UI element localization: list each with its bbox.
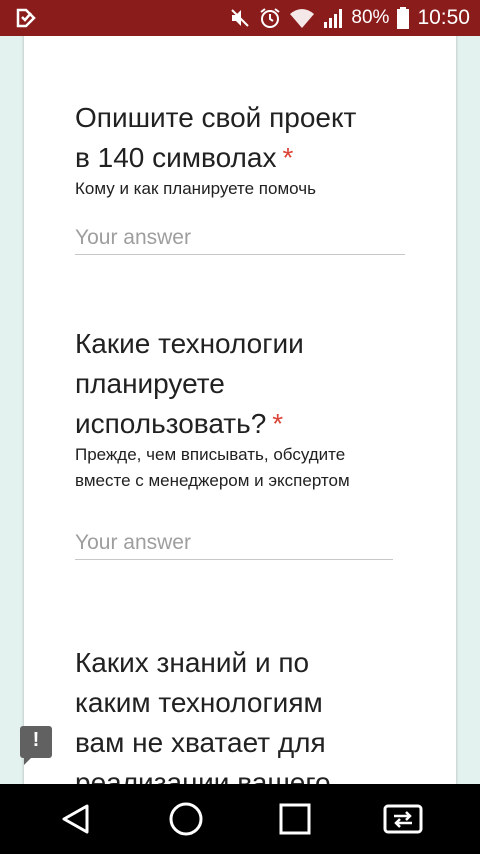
feedback-icon[interactable]: ! [20, 726, 52, 765]
question-3-title-line: каким технологиям [75, 687, 323, 718]
question-2-answer-input[interactable] [75, 528, 393, 558]
back-icon [62, 804, 89, 834]
mute-icon [231, 9, 250, 27]
question-1-answer-input[interactable] [75, 223, 405, 253]
required-asterisk: * [282, 142, 294, 173]
question-2-help-line: вместе с менеджером и экспертом [75, 471, 350, 490]
question-2-help: Прежде, чем вписывать, обсудите вместе с… [75, 442, 350, 494]
status-bar: 80% 10:50 [0, 0, 480, 36]
battery-icon [397, 7, 410, 29]
wifi-icon [290, 9, 315, 28]
screen-mirror-icon [383, 804, 423, 834]
question-3-title: Каких знаний и по каким технологиям вам … [75, 643, 331, 784]
status-time: 10:50 [417, 6, 470, 29]
alarm-icon [260, 8, 281, 28]
question-1-title-line: Опишите свой проект [75, 102, 357, 133]
question-3-title-line: Каких знаний и по [75, 647, 310, 678]
question-1-title: Опишите свой проект в 140 символах * [75, 98, 356, 178]
form-card: Опишите свой проект в 140 символах * Кому… [24, 36, 456, 784]
home-button[interactable] [166, 799, 206, 839]
screen-mirror-button[interactable] [383, 799, 423, 839]
home-icon [169, 802, 203, 836]
required-asterisk: * [272, 408, 284, 439]
question-2-title-line: планируете [75, 368, 225, 399]
question-2-title-line: Какие технологии [75, 328, 304, 359]
navigation-bar [0, 784, 480, 854]
signal-icon [324, 9, 343, 28]
question-2-title-line: использовать? [75, 408, 267, 439]
recents-button[interactable] [275, 799, 315, 839]
recents-icon [279, 803, 311, 835]
question-2-help-line: Прежде, чем вписывать, обсудите [75, 445, 346, 464]
back-button[interactable] [56, 799, 96, 839]
form-content: Опишите свой проект в 140 символах * Кому… [0, 36, 480, 784]
question-3-title-line: вам не хватает для [75, 727, 326, 758]
question-1-title-line: в 140 символах [75, 142, 277, 173]
question-2-title: Какие технологии планируете использовать… [75, 324, 304, 444]
battery-percent: 80% [351, 7, 390, 28]
question-1-help: Кому и как планируете помочь [75, 179, 316, 198]
question-3-title-line: реализации вашего [75, 767, 331, 784]
question-1-answer-field[interactable] [75, 223, 405, 255]
question-2-answer-field[interactable] [75, 528, 393, 560]
app-notification-icon [16, 8, 36, 28]
